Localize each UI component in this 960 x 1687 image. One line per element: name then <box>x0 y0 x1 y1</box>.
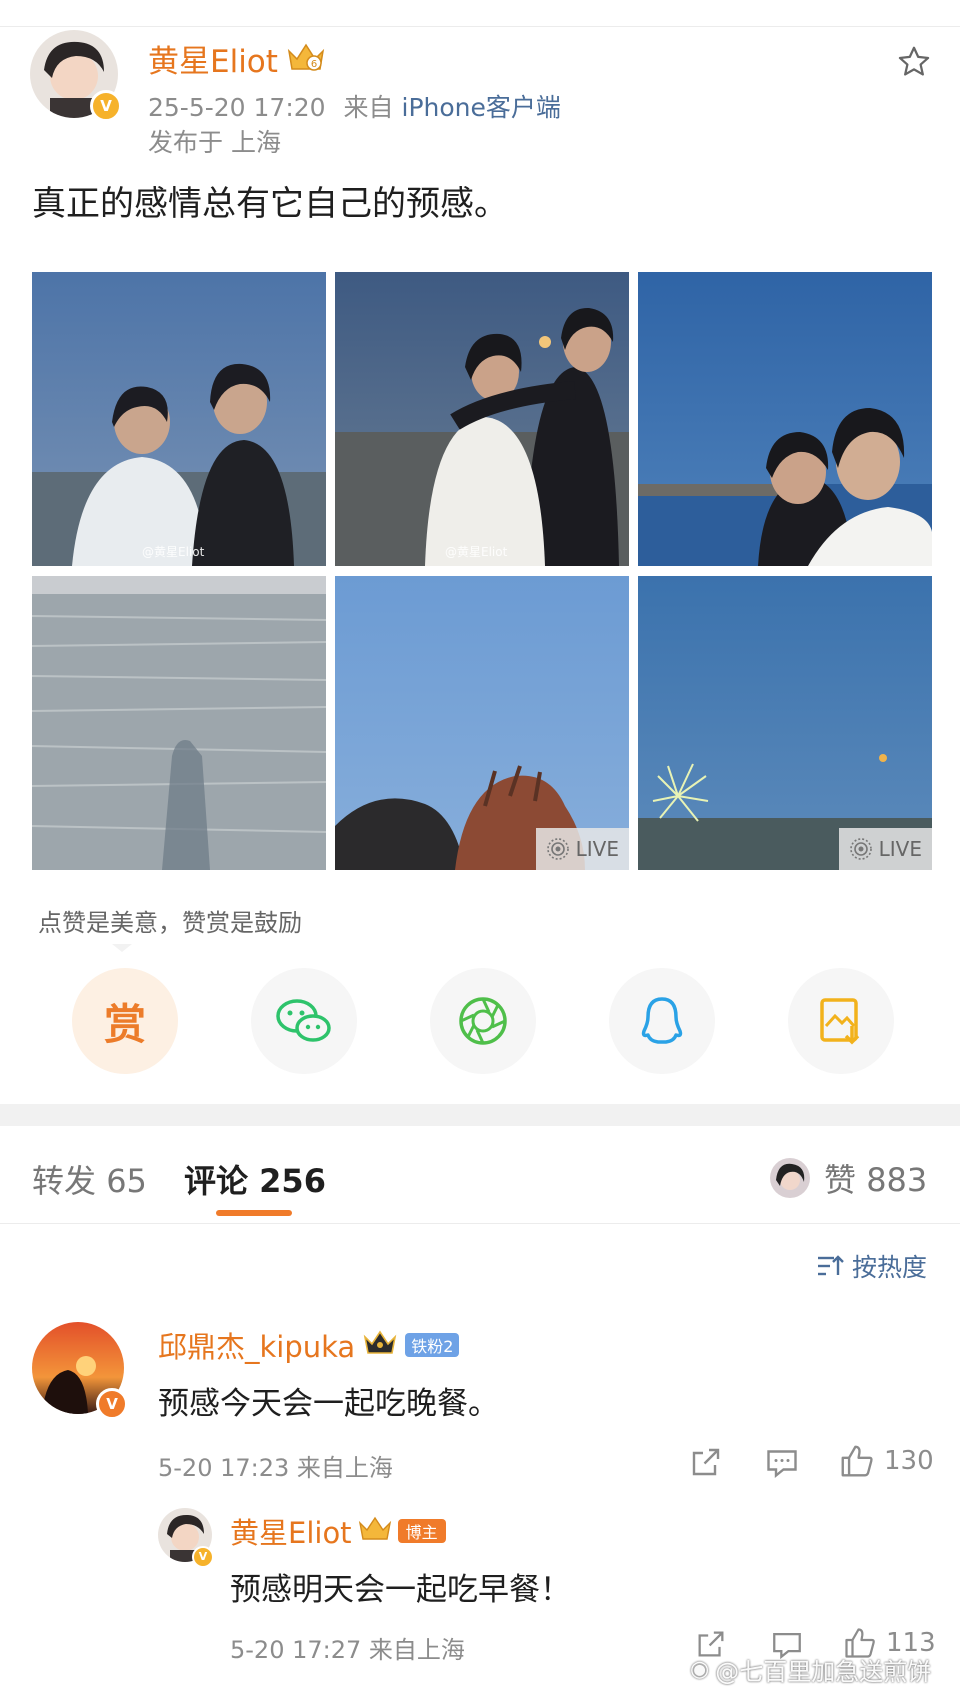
save-image-button[interactable] <box>788 968 894 1074</box>
author-name[interactable]: 黄星Eliot <box>148 36 278 81</box>
reply-author[interactable]: 黄星Eliot <box>230 1510 352 1552</box>
qq-icon <box>641 997 683 1044</box>
post-meta: 25-5-20 17:20 来自 iPhone客户端 <box>148 88 561 124</box>
post-text: 真正的感情总有它自己的预感。 <box>32 184 508 224</box>
post-location: 发布于 上海 <box>148 128 281 157</box>
moments-icon <box>459 997 507 1045</box>
sort-label: 按热度 <box>852 1253 928 1282</box>
image-watermark: ◉ @七百里加急送煎饼 <box>690 1652 931 1687</box>
favorite-star-icon[interactable] <box>896 44 932 84</box>
reward-label: 赏 <box>103 999 146 1049</box>
post-source-prefix: 来自 <box>343 93 394 122</box>
share-moments-button[interactable] <box>430 968 536 1074</box>
verified-badge-icon: V <box>96 1388 128 1420</box>
crown-badge-icon: 6 <box>286 41 326 77</box>
post-photo-6[interactable]: LIVE <box>638 576 932 870</box>
tab-reposts[interactable]: 转发 65 <box>32 1156 147 1202</box>
live-icon <box>849 838 872 860</box>
sort-icon <box>818 1255 844 1276</box>
reward-hint: 点赞是美意，赞赏是鼓励 <box>38 909 302 937</box>
tabs-divider <box>0 1223 960 1224</box>
post-source-link[interactable]: iPhone客户端 <box>402 93 561 122</box>
comment-share-icon[interactable] <box>688 1444 724 1484</box>
comment-like-count: 130 <box>884 1446 934 1476</box>
watermark-text: @七百里加急送煎饼 <box>715 1658 932 1686</box>
comment-count: 256 <box>259 1162 326 1200</box>
like-count: 883 <box>866 1161 928 1199</box>
repost-label: 转发 <box>32 1162 97 1200</box>
like-label: 赞 <box>824 1161 857 1199</box>
post-photo-1[interactable]: @黄星Eliot <box>32 272 326 566</box>
comment-meta: 5-20 17:23 来自上海 <box>158 1454 393 1482</box>
thumbs-up-icon <box>841 1445 873 1477</box>
hint-pointer <box>112 944 132 952</box>
verified-badge-icon: V <box>90 90 122 122</box>
wechat-icon <box>276 999 331 1042</box>
active-tab-indicator <box>216 1210 292 1216</box>
live-badge: LIVE <box>535 828 629 870</box>
sort-hot-button[interactable]: 按热度 <box>816 1248 927 1284</box>
top-divider <box>0 26 960 27</box>
save-image-icon <box>820 998 860 1045</box>
live-label: LIVE <box>878 837 922 861</box>
reward-button[interactable]: 赏 <box>72 968 178 1074</box>
reply-meta: 5-20 17:27 来自上海 <box>230 1636 465 1664</box>
comment-like-button[interactable]: 130 <box>838 1442 934 1480</box>
share-qq-button[interactable] <box>609 968 715 1074</box>
live-label: LIVE <box>575 837 619 861</box>
post-photo-4[interactable] <box>32 576 326 870</box>
likes-summary[interactable]: 赞 883 <box>770 1155 927 1201</box>
svg-text:6: 6 <box>311 59 317 70</box>
share-wechat-button[interactable] <box>251 968 357 1074</box>
crown-badge-icon <box>358 1515 392 1547</box>
weibo-logo-icon: ◉ <box>690 1657 710 1682</box>
live-badge: LIVE <box>838 828 932 870</box>
fan-level-badge: 铁粉2 <box>405 1333 460 1357</box>
verified-badge-icon: V <box>192 1546 214 1568</box>
post-photo-5[interactable]: LIVE <box>335 576 629 870</box>
reply-text: 预感明天会一起吃早餐！ <box>230 1572 571 1608</box>
photo-watermark: @黄星Eliot <box>445 545 508 559</box>
live-icon <box>546 838 569 860</box>
host-badge: 博主 <box>397 1519 446 1543</box>
crown-icon <box>363 1329 397 1361</box>
post-photo-3[interactable] <box>638 272 932 566</box>
comment-author[interactable]: 邱鼎杰_kipuka <box>158 1324 355 1366</box>
comment-label: 评论 <box>184 1162 249 1200</box>
post-timestamp: 25-5-20 17:20 <box>148 93 326 122</box>
photo-watermark: @黄星Eliot <box>142 545 205 559</box>
post-photo-2[interactable]: @黄星Eliot <box>335 272 629 566</box>
section-divider <box>0 1104 960 1126</box>
liker-avatar <box>770 1158 810 1198</box>
comment-text: 预感今天会一起吃晚餐。 <box>158 1386 499 1422</box>
tab-comments[interactable]: 评论 256 <box>184 1156 326 1202</box>
repost-count: 65 <box>106 1162 147 1200</box>
comment-reply-icon[interactable] <box>764 1444 800 1484</box>
